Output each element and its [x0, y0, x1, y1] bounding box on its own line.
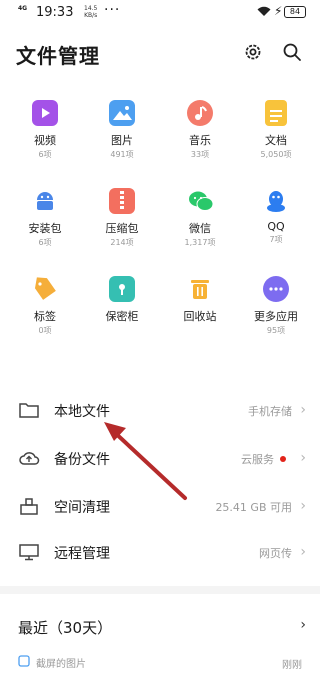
charging-icon: ⚡ [274, 4, 283, 18]
category-video[interactable]: 视频 6项 [5, 100, 85, 160]
category-count: 1,317项 [184, 238, 216, 247]
category-label: 回收站 [183, 310, 217, 323]
chevron-right-icon: › [300, 450, 306, 466]
document-icon [265, 100, 287, 126]
category-images[interactable]: 图片 491项 [82, 100, 162, 160]
category-label: 文档 [265, 134, 287, 147]
video-icon [32, 100, 58, 126]
category-safe[interactable]: 保密柜 [82, 276, 162, 325]
android-icon [32, 188, 58, 214]
category-count: 5,050项 [260, 150, 292, 159]
chevron-right-icon: › [300, 544, 306, 560]
recent-item-label[interactable]: 截屏的图片 [36, 655, 86, 670]
screenshot-icon [18, 655, 30, 667]
list-item-label: 本地文件 [54, 404, 110, 420]
wifi-icon [257, 6, 271, 16]
clock: 19:33 [36, 5, 74, 20]
cloud-backup-icon [19, 452, 40, 465]
list-item-label: 空间清理 [54, 500, 110, 516]
category-label: 音乐 [189, 134, 211, 147]
category-label: 安装包 [28, 222, 62, 235]
archive-icon [109, 188, 135, 214]
clean-icon [20, 498, 38, 515]
list-item-value: 手机存储 [248, 405, 292, 418]
list-item-label: 备份文件 [54, 452, 110, 468]
page-title: 文件管理 [16, 44, 100, 68]
wechat-icon [187, 188, 214, 214]
list-item-value: 云服务 [241, 453, 274, 466]
list-item-value: 网页传 [259, 547, 292, 560]
list-item-local-files[interactable]: 本地文件 手机存储 › [0, 386, 320, 434]
network-speed: 14.5 KB/s [84, 5, 97, 19]
category-apk[interactable]: 安装包 6项 [5, 188, 85, 248]
category-count: 7项 [269, 235, 283, 244]
signal-indicator: 4G [18, 5, 28, 12]
category-wechat[interactable]: 微信 1,317项 [160, 188, 240, 248]
chevron-right-icon[interactable]: › [300, 617, 306, 633]
category-count: 214项 [110, 238, 134, 247]
more-notifications-icon: ··· [104, 2, 121, 18]
category-label: 微信 [189, 222, 211, 235]
category-archives[interactable]: 压缩包 214项 [82, 188, 162, 248]
list-item-remote-management[interactable]: 远程管理 网页传 › [0, 528, 320, 576]
network-speed-unit: KB/s [84, 12, 98, 19]
settings-icon[interactable] [243, 42, 263, 62]
category-tags[interactable]: 标签 0项 [5, 276, 85, 336]
category-music[interactable]: 音乐 33项 [160, 100, 240, 160]
qq-icon [263, 188, 289, 214]
category-count: 6项 [38, 238, 52, 247]
category-count: 6项 [38, 150, 52, 159]
folder-icon [19, 403, 39, 418]
category-label: 图片 [111, 134, 133, 147]
notification-dot [280, 456, 286, 462]
music-icon [187, 100, 213, 126]
category-count: 491项 [110, 150, 134, 159]
recent-section-title: 最近（30天） [18, 619, 113, 637]
category-count: 95项 [266, 326, 286, 335]
category-qq[interactable]: QQ 7项 [236, 188, 316, 245]
category-recycle-bin[interactable]: 回收站 [160, 276, 240, 325]
image-icon [109, 100, 135, 126]
category-label: QQ [267, 220, 285, 233]
search-icon[interactable] [282, 42, 302, 62]
more-icon [263, 276, 289, 302]
monitor-icon [19, 544, 39, 561]
trash-icon [187, 276, 213, 302]
category-label: 更多应用 [254, 310, 298, 323]
network-speed-value: 14.5 [84, 5, 98, 12]
tag-icon [32, 276, 58, 302]
list-item-value: 25.41 GB 可用 [215, 501, 292, 514]
status-bar: 4G 19:33 14.5 KB/s ··· ⚡ 84 [0, 0, 320, 26]
category-label: 标签 [34, 310, 56, 323]
category-label: 保密柜 [105, 310, 139, 323]
category-label: 视频 [34, 134, 56, 147]
category-count: 0项 [38, 326, 52, 335]
recent-item-time: 刚刚 [282, 660, 302, 671]
section-divider [0, 586, 320, 594]
chevron-right-icon: › [300, 498, 306, 514]
safe-icon [109, 276, 135, 302]
list-item-space-cleanup[interactable]: 空间清理 25.41 GB 可用 › [0, 482, 320, 530]
category-documents[interactable]: 文档 5,050项 [236, 100, 316, 160]
file-manager-screen: 4G 19:33 14.5 KB/s ··· ⚡ 84 文件管理 视频 6项 图… [0, 0, 320, 675]
list-item-label: 远程管理 [54, 546, 110, 562]
category-label: 压缩包 [105, 222, 139, 235]
list-item-backup-files[interactable]: 备份文件 云服务 › [0, 434, 320, 482]
category-count: 33项 [190, 150, 210, 159]
battery-indicator: 84 [284, 6, 306, 18]
category-more-apps[interactable]: 更多应用 95项 [236, 276, 316, 336]
chevron-right-icon: › [300, 402, 306, 418]
